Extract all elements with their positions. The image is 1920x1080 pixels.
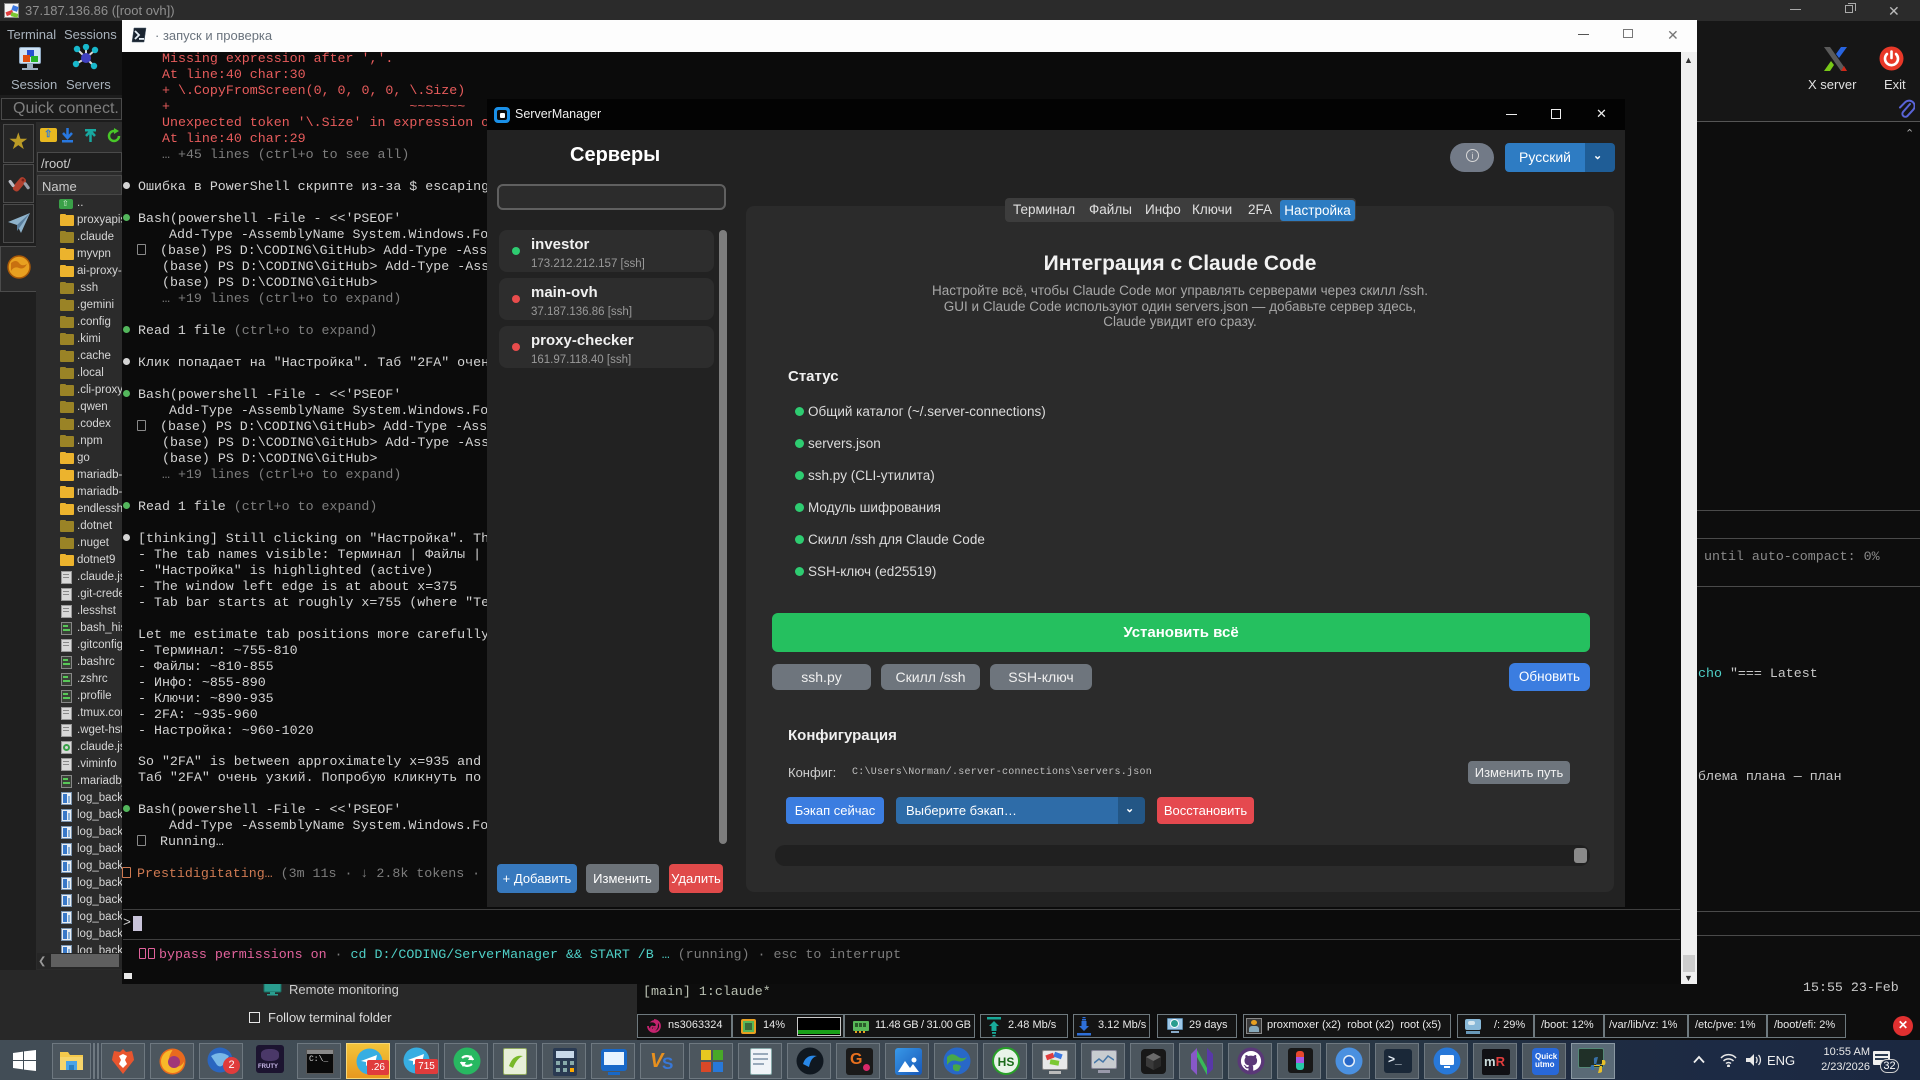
svg-text:HS: HS (998, 1055, 1015, 1069)
